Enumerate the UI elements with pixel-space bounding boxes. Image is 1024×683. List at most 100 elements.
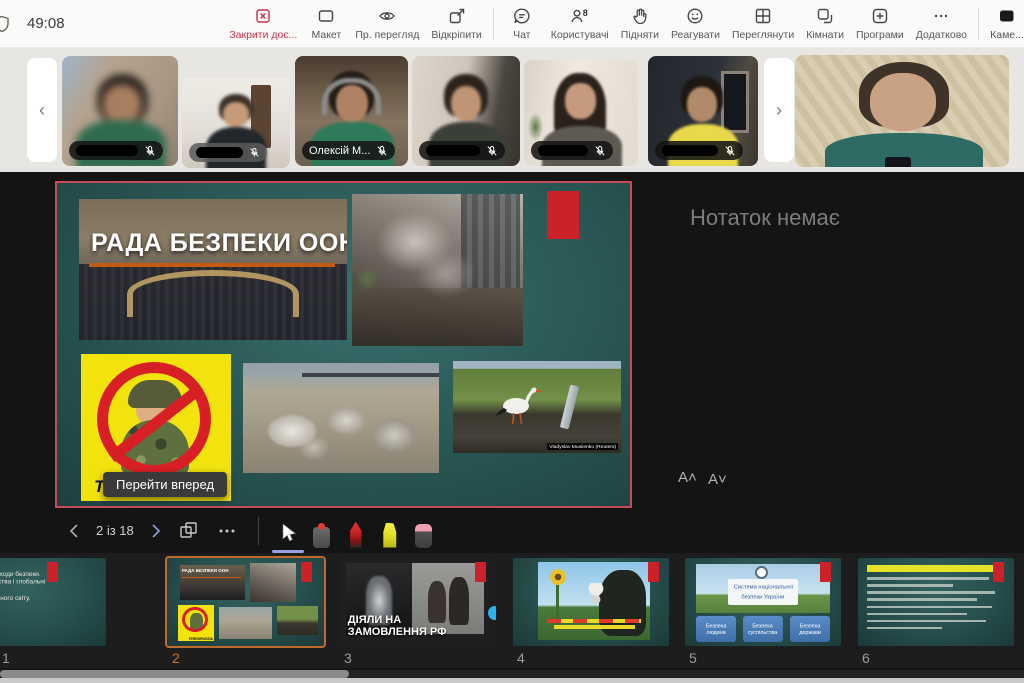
slide-number: 1: [2, 650, 10, 666]
mic-off-icon: [376, 145, 388, 157]
redacted-name: [426, 145, 480, 156]
highlighter-tool[interactable]: [373, 514, 407, 548]
close-content-button[interactable]: Закрити дос...: [223, 0, 303, 48]
slide-filmstrip: Рівні, види, заходи безпеки. Розвиток лю…: [0, 553, 1024, 668]
add-app-icon: [870, 6, 890, 26]
eraser-tool[interactable]: [407, 514, 441, 548]
thumbnail-slide-4[interactable]: [513, 558, 669, 646]
participant-name-pill: [419, 141, 505, 160]
cursor-icon: [278, 522, 298, 546]
raised-hand-icon: [630, 6, 650, 26]
slide-controls: 2 із 18: [0, 508, 660, 553]
more-button[interactable]: Додатково: [910, 0, 973, 48]
font-decrease-button[interactable]: A˅: [708, 471, 727, 488]
svg-text:8: 8: [583, 8, 588, 18]
mic-off-icon: [724, 145, 736, 157]
chat-button[interactable]: Чат: [499, 0, 545, 48]
layout-button[interactable]: Макет: [303, 0, 349, 48]
rooms-icon: [815, 6, 835, 26]
camera-button[interactable]: Каме...: [984, 0, 1024, 48]
slide-image-stork: Vladyslav Musiienko (Reuters): [453, 361, 621, 453]
emblem-icon: [755, 566, 768, 579]
toolbar-buttons: Закрити дос... Макет Пр. перегляд Відкрі…: [223, 0, 1024, 48]
slide-image-un-security-council: РАДА БЕЗПЕКИ ООН: [79, 199, 347, 340]
toolbar-divider: [978, 8, 979, 40]
slide1-text: Рівні, види, заходи безпеки. Розвиток лю…: [0, 570, 106, 602]
slide-number: 3: [344, 650, 352, 666]
toolbar-divider: [493, 8, 494, 40]
window-bottom-edge: [0, 678, 1024, 683]
slide-number: 5: [689, 650, 697, 666]
react-button[interactable]: Реагувати: [665, 0, 726, 48]
teams-meeting-window: 49:08 Закрити дос... Макет Пр. перегляд …: [0, 0, 1024, 683]
participants-strip: ‹: [0, 48, 1024, 172]
mini-poster-image: TERRORUSSIA: [178, 605, 214, 641]
stork-figure: [490, 379, 550, 429]
pointer-tool-selected[interactable]: [271, 514, 305, 548]
popout-icon: [447, 6, 467, 26]
mic-off-icon: [249, 147, 260, 158]
scrollbar-thumb[interactable]: [0, 670, 349, 678]
participant-video[interactable]: [62, 56, 178, 166]
scroll-right-button[interactable]: ›: [764, 58, 794, 162]
notes-empty-text: Нотаток немає: [690, 205, 840, 231]
more-presentation-options-button[interactable]: [208, 514, 246, 548]
next-slide-button[interactable]: [140, 516, 170, 546]
ellipsis-icon: [931, 6, 951, 26]
apps-button[interactable]: Програми: [850, 0, 910, 48]
mini-destruction-image: [250, 563, 296, 602]
slide-position: 2 із 18: [96, 523, 134, 538]
participants-button[interactable]: 8 Користувачі: [545, 0, 615, 48]
go-forward-tooltip: Перейти вперед: [103, 472, 227, 497]
presenter-view-button[interactable]: Пр. перегляд: [349, 0, 425, 48]
raise-hand-button[interactable]: Підняти: [615, 0, 665, 48]
slide-grid-icon: [178, 520, 200, 542]
filmstrip-scrollbar[interactable]: [0, 670, 1024, 678]
highlighter-icon: [381, 523, 398, 548]
tools-divider: [258, 517, 259, 545]
thumbnail-slide-1[interactable]: Рівні, види, заходи безпеки. Розвиток лю…: [0, 558, 106, 646]
mini-un-image: РАДА БЕЗПЕКИ ООН: [180, 565, 246, 600]
mini-stork-image: [277, 606, 318, 635]
current-slide[interactable]: РАДА БЕЗПЕКИ ООН TERRORUSSIA: [55, 181, 632, 508]
grid-view-icon: [753, 6, 773, 26]
meeting-timer: 49:08: [27, 15, 65, 32]
pen-tool[interactable]: [339, 514, 373, 548]
slide-image-destruction: [352, 194, 523, 346]
participant-video[interactable]: [524, 60, 638, 166]
rocket-shell: [560, 384, 579, 429]
camera-icon: [997, 6, 1017, 26]
presenter-video[interactable]: [795, 55, 1009, 167]
laser-pointer-tool[interactable]: [305, 514, 339, 548]
redacted-name: [538, 145, 588, 156]
thumbnail-slide-6[interactable]: [858, 558, 1014, 646]
presenter-label-blob: [885, 157, 911, 167]
slide3-caption: ДІЯЛИ НА ЗАМОВЛЕННЯ РФ: [348, 614, 447, 639]
thumbnail-slide-5[interactable]: Система національної безпеки України Без…: [685, 558, 841, 646]
mic-off-icon: [594, 145, 606, 157]
participant-video[interactable]: [182, 78, 290, 168]
scroll-left-button[interactable]: ‹: [27, 58, 57, 162]
previous-slide-button[interactable]: [60, 516, 90, 546]
participant-name-pill: [189, 143, 267, 162]
mini-birds-image: [219, 607, 272, 639]
view-button[interactable]: Переглянути: [726, 0, 800, 48]
participant-video[interactable]: [648, 56, 758, 166]
mic-off-icon: [144, 145, 156, 157]
font-increase-button[interactable]: A˄: [678, 469, 697, 486]
unpin-button[interactable]: Відкріпити: [425, 0, 487, 48]
rooms-button[interactable]: Кімнати: [800, 0, 850, 48]
pen-icon: [348, 522, 363, 548]
slide-number: 6: [862, 650, 870, 666]
thumbnail-slide-2-selected[interactable]: РАДА БЕЗПЕКИ ООН TERRORUSSIA: [167, 558, 324, 646]
slide-grid-button[interactable]: [170, 514, 208, 548]
eye-icon: [377, 6, 397, 26]
redacted-name: [76, 145, 138, 156]
participant-name-pill: [531, 141, 613, 160]
slide-image-dead-birds: [243, 363, 439, 473]
thumbnail-slide-3[interactable]: ДІЯЛИ НА ЗАМОВЛЕННЯ РФ: [340, 558, 496, 646]
participant-video[interactable]: Олексій М...: [295, 56, 408, 166]
participant-name-pill: [655, 141, 743, 160]
participant-video[interactable]: [412, 56, 520, 166]
mic-off-icon: [486, 145, 498, 157]
